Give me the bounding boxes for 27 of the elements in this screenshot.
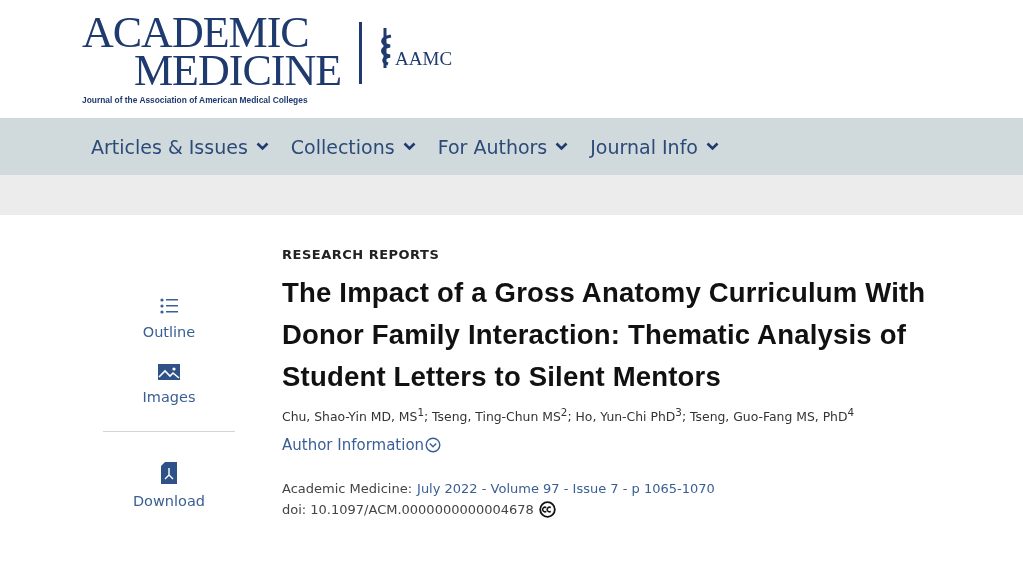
sidebar-tool[interactable]: Outline — [142, 297, 196, 340]
nav-menu-item[interactable]: Collections — [290, 135, 416, 158]
sidebar-tool[interactable]: Images — [142, 364, 196, 405]
sidebar-tool[interactable]: Download — [132, 462, 206, 509]
chevron-down-icon — [402, 142, 416, 151]
nav-menu-item[interactable]: For Authors — [437, 135, 569, 158]
article-title: The Impact of a Gross Anatomy Curriculum With Donor Family Interaction: Thematic Analysis of Student Letters to Silent Mentors — [282, 276, 927, 394]
doi-text: doi: 10.1097/ACM.0000000000004678 — [282, 501, 534, 520]
nav-menu-item[interactable]: Articles & Issues — [91, 135, 269, 158]
chevron-down-icon — [255, 142, 269, 151]
logo-title: ACADEMIC — [82, 14, 309, 52]
issue-link[interactable]: July 2022 - Volume 97 - Issue 7 - p 1065-1070 — [417, 478, 715, 500]
partner-logo-text: AAMC — [395, 48, 453, 70]
section-label: RESEARCH REPORTS — [282, 247, 441, 262]
image-icon — [158, 364, 180, 380]
creative-commons-icon — [538, 501, 556, 519]
journal-name: Academic Medicine: — [282, 480, 413, 499]
author-list: Chu, Shao-Yin MD, MS$^{1}$; Tseng, Ting-Chun MS$^{2}$; Ho, Yun-Chi PhD$^{3}$; Tseng, Guo-Fang MS, PhD$^{4}$ — [282, 406, 982, 425]
author-information-link[interactable]: Author Information — [282, 436, 442, 455]
logo-title: MEDICINE — [134, 52, 342, 90]
nav-menu-item[interactable]: Journal Info — [590, 135, 719, 158]
pdf-file-icon — [161, 462, 177, 484]
chevron-down-icon — [706, 142, 719, 151]
list-icon — [159, 297, 179, 315]
chevron-down-icon — [555, 142, 569, 151]
logo-tagline: Journal of the Association of American Medical Colleges — [82, 95, 309, 105]
expand-circle-icon — [425, 437, 442, 454]
